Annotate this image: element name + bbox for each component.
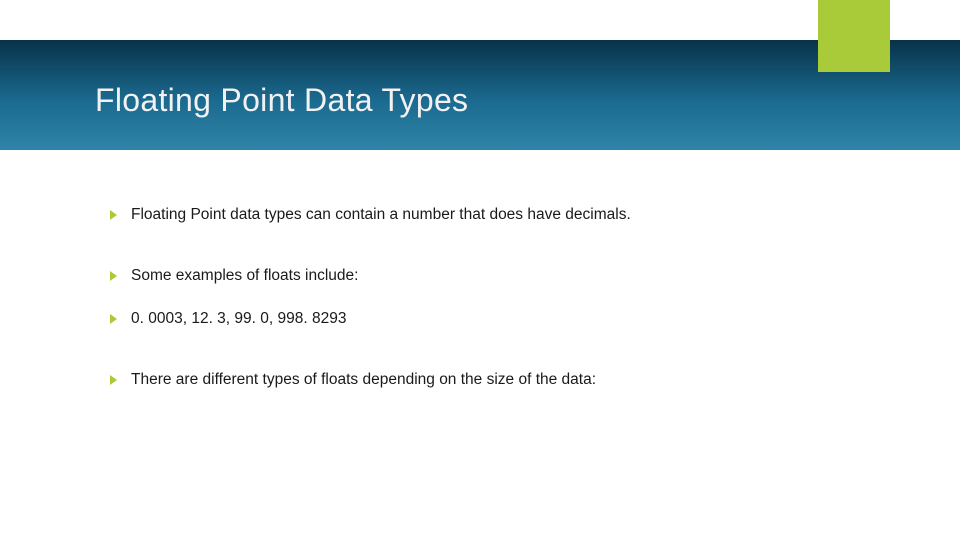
bullet-text: Some examples of floats include: xyxy=(131,266,870,287)
list-item: 0. 0003, 12. 3, 99. 0, 998. 8293 xyxy=(110,309,870,330)
slide-content: Floating Point data types can contain a … xyxy=(110,205,870,431)
list-item: There are different types of floats depe… xyxy=(110,370,870,391)
slide: Floating Point Data Types Floating Point… xyxy=(0,0,960,540)
bullet-text: There are different types of floats depe… xyxy=(131,370,870,391)
slide-title: Floating Point Data Types xyxy=(95,82,468,119)
list-item: Some examples of floats include: xyxy=(110,266,870,287)
list-item: Floating Point data types can contain a … xyxy=(110,205,870,226)
bullet-text: 0. 0003, 12. 3, 99. 0, 998. 8293 xyxy=(131,309,870,330)
bullet-icon xyxy=(110,375,117,385)
bullet-icon xyxy=(110,314,117,324)
bullet-icon xyxy=(110,210,117,220)
bullet-text: Floating Point data types can contain a … xyxy=(131,205,870,226)
accent-block xyxy=(818,0,890,72)
bullet-icon xyxy=(110,271,117,281)
